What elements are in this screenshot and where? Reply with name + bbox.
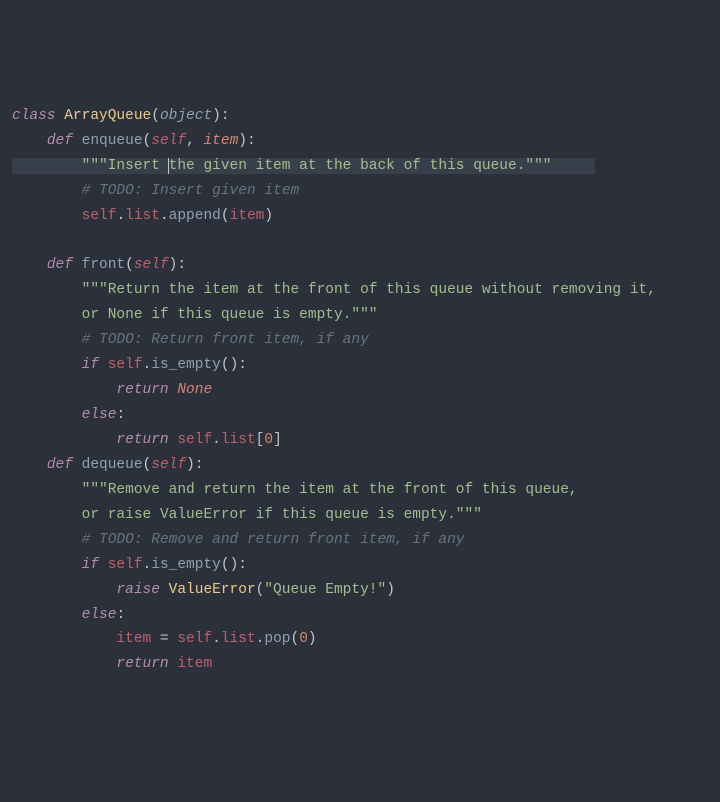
param-self: self [151, 457, 186, 473]
class-name: ArrayQueue [64, 108, 151, 124]
docstring-dequeue-1: """Remove and return the item at the fro… [82, 482, 578, 498]
comment-todo-front: # TODO: Return front item, if any [82, 332, 369, 348]
prop-list: list [221, 631, 256, 647]
prop-list: list [125, 208, 160, 224]
keyword-return: return [116, 656, 168, 672]
base-object: object [160, 108, 212, 124]
var-item: item [116, 631, 151, 647]
call-append: append [169, 208, 221, 224]
var-item: item [177, 656, 212, 672]
method-enqueue: enqueue [82, 133, 143, 149]
call-pop: pop [264, 631, 290, 647]
method-front: front [82, 257, 126, 273]
keyword-return: return [116, 432, 168, 448]
keyword-class: class [12, 108, 56, 124]
highlighted-line: """Insert the given item at the back of … [12, 158, 595, 174]
keyword-return: return [116, 382, 168, 398]
keyword-if: if [82, 357, 99, 373]
keyword-else: else [82, 607, 117, 623]
keyword-def: def [47, 457, 73, 473]
call-is-empty: is_empty [151, 557, 221, 573]
string-queue-empty: "Queue Empty!" [264, 582, 386, 598]
docstring-front-2: or None if this queue is empty.""" [82, 307, 378, 323]
docstring-dequeue-2: or raise ValueError if this queue is emp… [82, 507, 482, 523]
prop-list: list [221, 432, 256, 448]
code-block: class ArrayQueue(object): def enqueue(se… [12, 104, 708, 678]
self-ref: self [177, 432, 212, 448]
param-self: self [151, 133, 186, 149]
literal-zero: 0 [299, 631, 308, 647]
keyword-def: def [47, 133, 73, 149]
keyword-if: if [82, 557, 99, 573]
self-ref: self [82, 208, 117, 224]
value-error: ValueError [169, 582, 256, 598]
self-ref: self [108, 557, 143, 573]
call-is-empty: is_empty [151, 357, 221, 373]
param-self: self [134, 257, 169, 273]
keyword-else: else [82, 407, 117, 423]
keyword-def: def [47, 257, 73, 273]
keyword-raise: raise [116, 582, 160, 598]
comment-todo-dequeue: # TODO: Remove and return front item, if… [82, 532, 465, 548]
self-ref: self [177, 631, 212, 647]
literal-zero: 0 [264, 432, 273, 448]
literal-none: None [177, 382, 212, 398]
self-ref: self [108, 357, 143, 373]
docstring-front-1: """Return the item at the front of this … [82, 282, 656, 298]
assign-op: = [151, 631, 177, 647]
arg-item: item [230, 208, 265, 224]
param-item: item [203, 133, 238, 149]
docstring-enqueue-b: the given item at the back of this queue… [169, 158, 552, 174]
docstring-enqueue-a: """Insert [82, 158, 169, 174]
method-dequeue: dequeue [82, 457, 143, 473]
comment-todo-insert: # TODO: Insert given item [82, 183, 300, 199]
